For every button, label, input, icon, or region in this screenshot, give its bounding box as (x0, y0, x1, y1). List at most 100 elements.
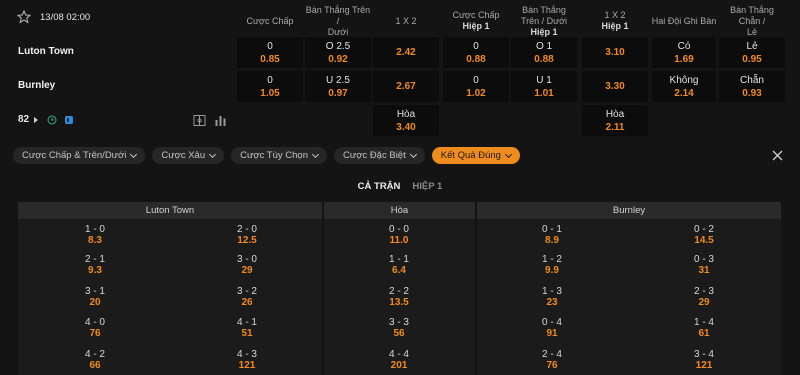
score-cell[interactable]: 4 - 1 51 (207, 317, 287, 339)
score-odds: 91 (546, 328, 558, 339)
score-label: 0 - 2 (693, 224, 714, 235)
score-cell[interactable]: 0 - 4 91 (512, 317, 592, 339)
score-cell[interactable]: 3 - 3 56 (359, 317, 439, 339)
score-label: 2 - 3 (693, 286, 714, 297)
odds-cell-home-handicap-h1[interactable]: 0 0.88 (443, 37, 509, 68)
clock-icon[interactable] (47, 115, 57, 125)
score-odds: 26 (241, 297, 253, 308)
odds-cell-over[interactable]: O 2.5 0.92 (305, 37, 371, 68)
score-cell[interactable]: 1 - 0 8.3 (55, 224, 135, 246)
score-cell[interactable]: 2 - 4 76 (512, 349, 592, 371)
score-cell[interactable]: 4 - 4 201 (359, 349, 439, 371)
score-label: 0 - 1 (541, 224, 562, 235)
score-cell[interactable]: 1 - 4 61 (664, 317, 744, 339)
score-label: 2 - 1 (84, 254, 105, 265)
odds-cell-draw-h1[interactable]: Hòa 2.11 (582, 105, 648, 136)
score-cell[interactable]: 1 - 1 6.4 (359, 254, 439, 276)
score-cell[interactable]: 0 - 0 11.0 (359, 224, 439, 246)
score-cell[interactable]: 3 - 2 26 (207, 286, 287, 308)
odds-cell-home-win[interactable]: 2.42 (373, 37, 439, 68)
score-odds: 29 (241, 265, 253, 276)
score-label: 4 - 4 (388, 349, 409, 360)
odds-cell-both-score-yes[interactable]: Có 1.69 (652, 37, 716, 68)
market-filters: Cược Chấp & Trên/Dưới Cược Xâu Cược Tùy … (13, 147, 520, 164)
score-label: 1 - 0 (84, 224, 105, 235)
header-draw: Hòa (324, 202, 475, 219)
odds-cell-home-win-h1[interactable]: 3.10 (582, 37, 648, 68)
period-tabs: CẢ TRẬN HIỆP 1 (0, 181, 800, 192)
score-label: 4 - 2 (84, 349, 105, 360)
score-odds: 29 (698, 297, 710, 308)
score-cell[interactable]: 2 - 1 9.3 (55, 254, 135, 276)
score-cell[interactable]: 2 - 2 13.5 (359, 286, 439, 308)
tab-first-half[interactable]: HIỆP 1 (412, 181, 442, 192)
score-label: 1 - 4 (693, 317, 714, 328)
odds-cell-over-h1[interactable]: O 1 0.88 (511, 37, 577, 68)
score-label: 3 - 4 (693, 349, 714, 360)
score-cell[interactable]: 4 - 0 76 (55, 317, 135, 339)
match-datetime: 13/08 02:00 (40, 12, 91, 23)
score-odds: 201 (390, 360, 408, 371)
odds-cell-home-handicap[interactable]: 0 0.85 (237, 37, 303, 68)
score-cell[interactable]: 3 - 4 121 (664, 349, 744, 371)
score-cell[interactable]: 0 - 1 8.9 (512, 224, 592, 246)
filter-handicap-over-under[interactable]: Cược Chấp & Trên/Dưới (13, 147, 146, 164)
odds-cell-even[interactable]: Chẵn 0.93 (719, 71, 785, 102)
score-label: 1 - 3 (541, 286, 562, 297)
score-odds: 6.4 (392, 265, 406, 276)
score-odds: 9.3 (88, 265, 102, 276)
stats-icon[interactable] (64, 115, 74, 125)
header-home: Luton Town (18, 202, 322, 219)
score-cell[interactable]: 4 - 3 121 (207, 349, 287, 371)
col-header-handicap-h1: Cược Chấp Hiệp 1 (452, 10, 500, 31)
odds-cell-away-handicap-h1[interactable]: 0 1.02 (443, 71, 509, 102)
score-label: 4 - 1 (236, 317, 257, 328)
play-triangle-icon[interactable] (34, 116, 39, 123)
odds-cell-draw[interactable]: Hòa 3.40 (373, 105, 439, 136)
score-cell[interactable]: 0 - 3 31 (664, 254, 744, 276)
col-header-odd-even: Bàn Thắng Chẵn / Lẻ (730, 4, 774, 37)
correct-score-table: Luton Town Hòa Burnley 1 - 0 8.3 2 - 1 9.3 3… (18, 202, 781, 375)
score-label: 3 - 2 (236, 286, 257, 297)
score-odds: 12.5 (237, 235, 257, 246)
odds-cell-odd[interactable]: Lẻ 0.95 (719, 37, 785, 68)
score-label: 4 - 0 (84, 317, 105, 328)
score-label: 1 - 1 (388, 254, 409, 265)
odds-cell-under-h1[interactable]: U 1 1.01 (511, 71, 577, 102)
score-cell[interactable]: 3 - 0 29 (207, 254, 287, 276)
col-header-both-score: Hai Đội Ghi Bàn (651, 15, 717, 26)
score-cell[interactable]: 0 - 2 14.5 (664, 224, 744, 246)
filter-parlay[interactable]: Cược Xâu (152, 147, 225, 164)
score-label: 0 - 0 (388, 224, 409, 235)
score-odds: 9.9 (545, 265, 559, 276)
col-header-handicap: Cược Chấp (246, 15, 294, 26)
odds-cell-away-handicap[interactable]: 0 1.05 (237, 71, 303, 102)
star-icon[interactable] (17, 10, 31, 24)
filter-custom-bet[interactable]: Cược Tùy Chọn (231, 147, 327, 164)
tab-full-match[interactable]: CẢ TRẬN (358, 181, 401, 192)
score-cell[interactable]: 1 - 2 9.9 (512, 254, 592, 276)
odds-cell-under[interactable]: U 2.5 0.97 (305, 71, 371, 102)
score-cell[interactable]: 1 - 3 23 (512, 286, 592, 308)
score-label: 2 - 2 (388, 286, 409, 297)
score-cell[interactable]: 2 - 3 29 (664, 286, 744, 308)
close-icon[interactable] (772, 150, 783, 161)
odds-cell-away-win[interactable]: 2.67 (373, 71, 439, 102)
score-label: 0 - 3 (693, 254, 714, 265)
score-label: 0 - 4 (541, 317, 562, 328)
score-cell[interactable]: 4 - 2 66 (55, 349, 135, 371)
more-markets-count[interactable]: 82 (18, 114, 29, 125)
odds-cell-both-score-no[interactable]: Không 2.14 (652, 71, 716, 102)
score-cell[interactable]: 2 - 0 12.5 (207, 224, 287, 246)
score-cell[interactable]: 3 - 1 20 (55, 286, 135, 308)
score-label: 3 - 1 (84, 286, 105, 297)
odds-cell-away-win-h1[interactable]: 3.30 (582, 71, 648, 102)
score-label: 3 - 0 (236, 254, 257, 265)
filter-special-bet[interactable]: Cược Đặc Biệt (333, 147, 425, 164)
score-odds: 13.5 (389, 297, 409, 308)
score-odds: 66 (89, 360, 101, 371)
bar-chart-icon[interactable] (214, 114, 227, 127)
col-header-over-under: Bàn Thắng Trên / Dưới (305, 4, 371, 37)
field-icon[interactable] (193, 114, 206, 127)
filter-correct-score[interactable]: Kết Quả Đúng (431, 147, 520, 164)
